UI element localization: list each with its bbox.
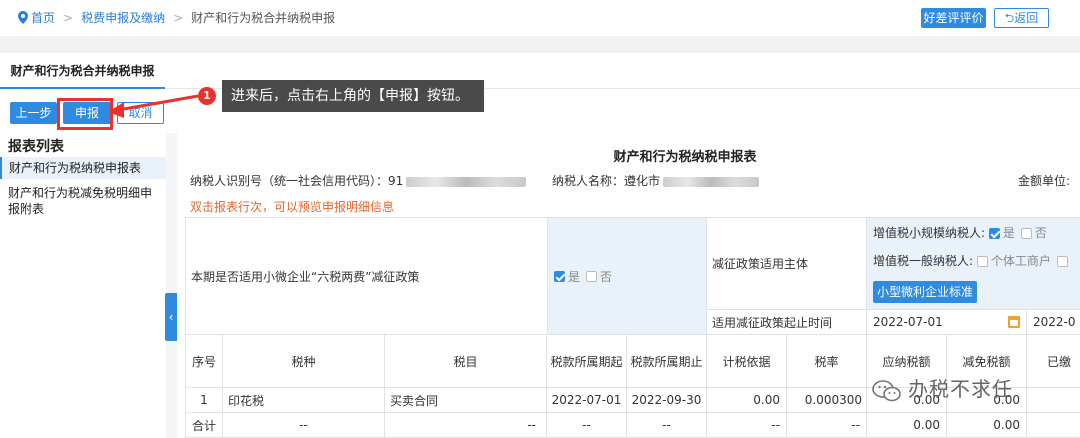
taxpayer-name-label: 纳税人名称： bbox=[552, 174, 625, 188]
breadcrumb-separator: > bbox=[63, 10, 74, 25]
vat-general-label: 增值税一般纳税人: bbox=[873, 254, 974, 269]
top-bar: 首页 > 税费申报及缴纳 > 财产和行为税合并纳税申报 好差评评价 ⮌返回 bbox=[0, 0, 1080, 36]
table-row-tax-basis[interactable]: 0.00 bbox=[707, 388, 787, 413]
end-date-cell[interactable]: 2022-0 bbox=[1027, 310, 1080, 335]
col-header-period-start: 税款所属期起 bbox=[547, 335, 627, 388]
redacted-name bbox=[663, 176, 760, 187]
taxpayer-id: 纳税人识别号（统一社会信用代码）：91 bbox=[190, 172, 527, 189]
breadcrumb-separator: > bbox=[173, 10, 184, 25]
vat-small-row: 增值税小规模纳税人: 是 否 bbox=[873, 224, 1053, 241]
instruction-callout: 进来后，点击右上角的【申报】按钮。 bbox=[222, 80, 484, 112]
individual-label: 个体工商户 bbox=[990, 254, 1051, 269]
col-header-rate: 税率 bbox=[787, 335, 867, 388]
policy-question-cell: 本期是否适用小微企业“六税两费”减征政策 bbox=[185, 217, 548, 335]
watermark: 办税不求任 bbox=[872, 373, 1013, 403]
vat-small-label: 增值税小规模纳税人: bbox=[873, 225, 986, 240]
sidebar-scrollbar[interactable] bbox=[166, 133, 177, 438]
vat-small-yes-label: 是 bbox=[1002, 225, 1015, 240]
chevron-left-icon: ‹ bbox=[168, 310, 174, 324]
sidebar-item-exemption-schedule[interactable]: 财产和行为税减免税明细申报附表 bbox=[8, 185, 160, 217]
vat-small-no-checkbox[interactable] bbox=[1020, 227, 1032, 239]
table-row-rate[interactable]: 0.000300 bbox=[787, 388, 867, 413]
subject-label-cell: 减征政策适用主体 bbox=[707, 217, 867, 310]
preview-hint: 双击报表行次，可以预览申报明细信息 bbox=[190, 200, 395, 214]
breadcrumb: 首页 > 税费申报及缴纳 > 财产和行为税合并纳税申报 bbox=[18, 9, 335, 26]
prev-step-button[interactable]: 上一步 bbox=[10, 102, 57, 124]
tab-property-behavior-tax[interactable]: 财产和行为税合并纳税申报 bbox=[0, 53, 165, 89]
col-header-period-end: 税款所属期止 bbox=[627, 335, 707, 388]
start-date: 2022-07-01 bbox=[873, 315, 943, 329]
tax-return-table: 本期是否适用小微企业“六税两费”减征政策 是 否 减征政策适用主体 增值税小规模… bbox=[185, 217, 1080, 438]
back-button-label: 返回 bbox=[1014, 11, 1039, 25]
watermark-text: 办税不求任 bbox=[908, 377, 1013, 401]
col-header-seq: 序号 bbox=[185, 335, 223, 388]
vat-small-no-label: 否 bbox=[1034, 225, 1047, 240]
table-row-tax-type[interactable]: 印花税 bbox=[223, 388, 385, 413]
total-row-payable: 0.00 bbox=[867, 413, 947, 438]
taxpayer-id-label: 纳税人识别号（统一社会信用代码）： bbox=[190, 174, 389, 188]
policy-no-checkbox[interactable] bbox=[586, 270, 598, 282]
col-header-tax-type: 税种 bbox=[223, 335, 385, 388]
vat-general-row: 增值税一般纳税人: 个体工商户 bbox=[873, 252, 1071, 269]
breadcrumb-home[interactable]: 首页 bbox=[31, 9, 55, 26]
table-row-tax-item[interactable]: 买卖合同 bbox=[385, 388, 547, 413]
breadcrumb-current: 财产和行为税合并纳税申报 bbox=[191, 11, 336, 25]
col-header-tax-item: 税目 bbox=[385, 335, 547, 388]
start-label: 适用减征政策起止时间 bbox=[712, 315, 833, 330]
subject-label: 减征政策适用主体 bbox=[712, 257, 809, 271]
form-title: 财产和行为税纳税申报表 bbox=[613, 150, 757, 165]
start-date-cell[interactable]: 2022-07-01 bbox=[867, 310, 1027, 335]
step-badge: 1 bbox=[198, 87, 216, 105]
taxpayer-name-value: 遵化市 bbox=[624, 174, 661, 188]
total-row-period-start: -- bbox=[547, 413, 627, 438]
policy-question: 本期是否适用小微企业“六税两费”减征政策 bbox=[191, 269, 420, 284]
amount-unit-label: 金额单位: bbox=[1018, 174, 1071, 188]
policy-yes-checkbox[interactable] bbox=[554, 270, 565, 282]
table-row-period-start[interactable]: 2022-07-01 bbox=[547, 388, 627, 413]
tab-bar: 财产和行为税合并纳税申报 bbox=[0, 53, 1080, 89]
start-label-cell: 适用减征政策起止时间 bbox=[707, 310, 867, 335]
redacted-id bbox=[406, 176, 527, 187]
policy-no-label: 否 bbox=[600, 269, 613, 284]
pointer-arrow-icon bbox=[108, 94, 199, 118]
total-row-rate: -- bbox=[787, 413, 867, 438]
total-row-tax-basis: -- bbox=[707, 413, 787, 438]
col-header-tax-basis: 计税依据 bbox=[707, 335, 787, 388]
evaluate-button[interactable]: 好差评评价 bbox=[921, 8, 986, 28]
collapse-sidebar-handle[interactable]: ‹ bbox=[165, 293, 177, 341]
table-row-seq[interactable]: 1 bbox=[185, 388, 223, 413]
table-row-period-end[interactable]: 2022-09-30 bbox=[627, 388, 707, 413]
total-row-tax-type: -- bbox=[223, 413, 385, 438]
calendar-icon[interactable] bbox=[1008, 316, 1020, 328]
end-date: 2022-0 bbox=[1033, 315, 1076, 329]
col-header-paid: 已缴 bbox=[1027, 335, 1080, 388]
sidebar-item-tax-return[interactable]: 财产和行为税纳税申报表 bbox=[0, 157, 166, 179]
total-row-period-end: -- bbox=[627, 413, 707, 438]
table-row-paid[interactable] bbox=[1027, 388, 1080, 413]
sidebar-title: 报表列表 bbox=[8, 139, 64, 155]
policy-yes-label: 是 bbox=[568, 269, 581, 284]
taxpayer-name: 纳税人名称：遵化市 bbox=[552, 172, 760, 189]
extra-checkbox[interactable] bbox=[1056, 256, 1068, 268]
policy-choice-cell: 是 否 bbox=[548, 217, 707, 335]
report-list-sidebar: 报表列表 财产和行为税纳税申报表 财产和行为税减免税明细申报附表 bbox=[0, 133, 166, 438]
back-button[interactable]: ⮌返回 bbox=[994, 8, 1049, 28]
total-row-paid bbox=[1027, 413, 1080, 438]
total-row-exempt: 0.00 bbox=[947, 413, 1027, 438]
small-micro-standard-button[interactable]: 小型微利企业标准 bbox=[873, 281, 978, 304]
wechat-icon bbox=[872, 379, 901, 401]
total-row-label: 合计 bbox=[185, 413, 223, 438]
individual-checkbox[interactable] bbox=[976, 256, 988, 268]
taxpayer-id-value: 91 bbox=[388, 174, 404, 188]
return-arrow-icon: ⮌ bbox=[1004, 11, 1015, 25]
breadcrumb-tax-filing[interactable]: 税费申报及缴纳 bbox=[81, 9, 165, 26]
subject-options-cell: 增值税小规模纳税人: 是 否 增值税一般纳税人: 个体工商户 小型微利企业标准 bbox=[867, 217, 1080, 310]
location-pin-icon bbox=[18, 11, 28, 24]
total-row-tax-item: -- bbox=[385, 413, 547, 438]
header-divider bbox=[0, 36, 1080, 53]
vat-small-yes-checkbox[interactable] bbox=[988, 227, 1000, 239]
